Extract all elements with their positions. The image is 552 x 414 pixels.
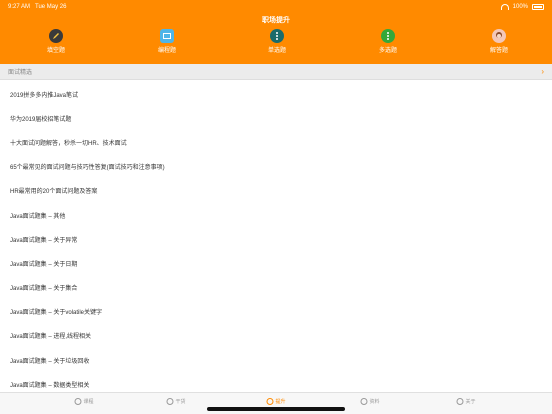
single-choice-icon [270, 29, 284, 43]
list-item[interactable]: Java面试题集 – 关于垃圾回收 [0, 348, 552, 372]
wifi-icon [500, 4, 509, 10]
tab-label: 关于 [465, 399, 476, 405]
tab-courses[interactable]: 课程 [74, 398, 94, 405]
category-answer[interactable]: 解答题 [479, 29, 519, 54]
category-single-choice[interactable]: 单选题 [257, 29, 297, 54]
category-programming[interactable]: 编程题 [147, 29, 187, 54]
compass-icon [266, 398, 274, 405]
category-label: 填空题 [46, 48, 65, 54]
about-icon [456, 398, 464, 405]
list-item[interactable]: HR最常用的20个面试问题及答案 [0, 179, 552, 203]
category-label: 编程题 [157, 48, 176, 54]
tab-label: 干货 [175, 399, 186, 405]
category-label: 多选题 [378, 48, 397, 54]
page-title: 职场提升 [262, 17, 290, 24]
category-bar: 填空题 编程题 单选题 多选题 解答题 [0, 29, 552, 61]
category-label: 单选题 [267, 48, 286, 54]
list-item[interactable]: Java面试题集 – 关于日期 [0, 251, 552, 275]
list-item[interactable]: 十大面试问题解答，秒杀一切HR、技术面试 [0, 130, 552, 154]
status-time: 9:27 AM [8, 4, 31, 10]
pencil-icon [49, 29, 63, 43]
list-item[interactable]: Java面试题集 – 关于异常 [0, 227, 552, 251]
category-label: 解答题 [489, 48, 508, 54]
list-item[interactable]: 2019拼多多内推Java笔试 [0, 82, 552, 106]
battery-icon [532, 4, 544, 10]
list-item[interactable]: Java面试题集 – 关于volatile关键字 [0, 300, 552, 324]
tab-about[interactable]: 关于 [456, 398, 476, 405]
list-item[interactable]: Java面试题集 – 进程,线程相关 [0, 324, 552, 348]
list-item[interactable]: 华为2019届校招笔试题 [0, 106, 552, 130]
status-bar: 9:27 AM Tue May 26 100% [8, 2, 544, 12]
avatar-icon [492, 29, 506, 43]
materials-icon [360, 398, 368, 405]
search-icon [166, 398, 174, 405]
category-fill-blank[interactable]: 填空题 [36, 29, 76, 54]
article-list: 2019拼多多内推Java笔试 华为2019届校招笔试题 十大面试问题解答，秒杀… [0, 82, 552, 396]
battery-percent: 100% [512, 4, 528, 10]
featured-label: 面试精选 [8, 70, 33, 76]
list-item[interactable]: Java面试题集 – 关于集合 [0, 276, 552, 300]
featured-interview-bar[interactable]: 面试精选 › [0, 64, 552, 80]
tab-materials[interactable]: 资料 [360, 398, 380, 405]
app-header: 9:27 AM Tue May 26 100% 职场提升 填空题 编程题 单选题… [0, 0, 552, 64]
tab-label: 课程 [83, 399, 94, 405]
status-date: Tue May 26 [35, 4, 67, 10]
tab-resources[interactable]: 干货 [166, 398, 186, 405]
list-item[interactable]: Java面试题集 – 其他 [0, 203, 552, 227]
list-item[interactable]: 65个最常见的面试问题与技巧性答复(面试技巧和注意事项) [0, 155, 552, 179]
tab-bar: 课程 干货 提升 资料 关于 [0, 392, 552, 414]
home-indicator[interactable] [207, 407, 345, 411]
tab-label: 提升 [275, 399, 286, 405]
course-icon [74, 398, 82, 405]
screen-icon [160, 29, 174, 43]
chevron-right-icon: › [541, 67, 544, 76]
category-multi-choice[interactable]: 多选题 [368, 29, 408, 54]
tab-improve[interactable]: 提升 [266, 398, 286, 405]
multi-choice-icon [381, 29, 395, 43]
tab-label: 资料 [369, 399, 380, 405]
